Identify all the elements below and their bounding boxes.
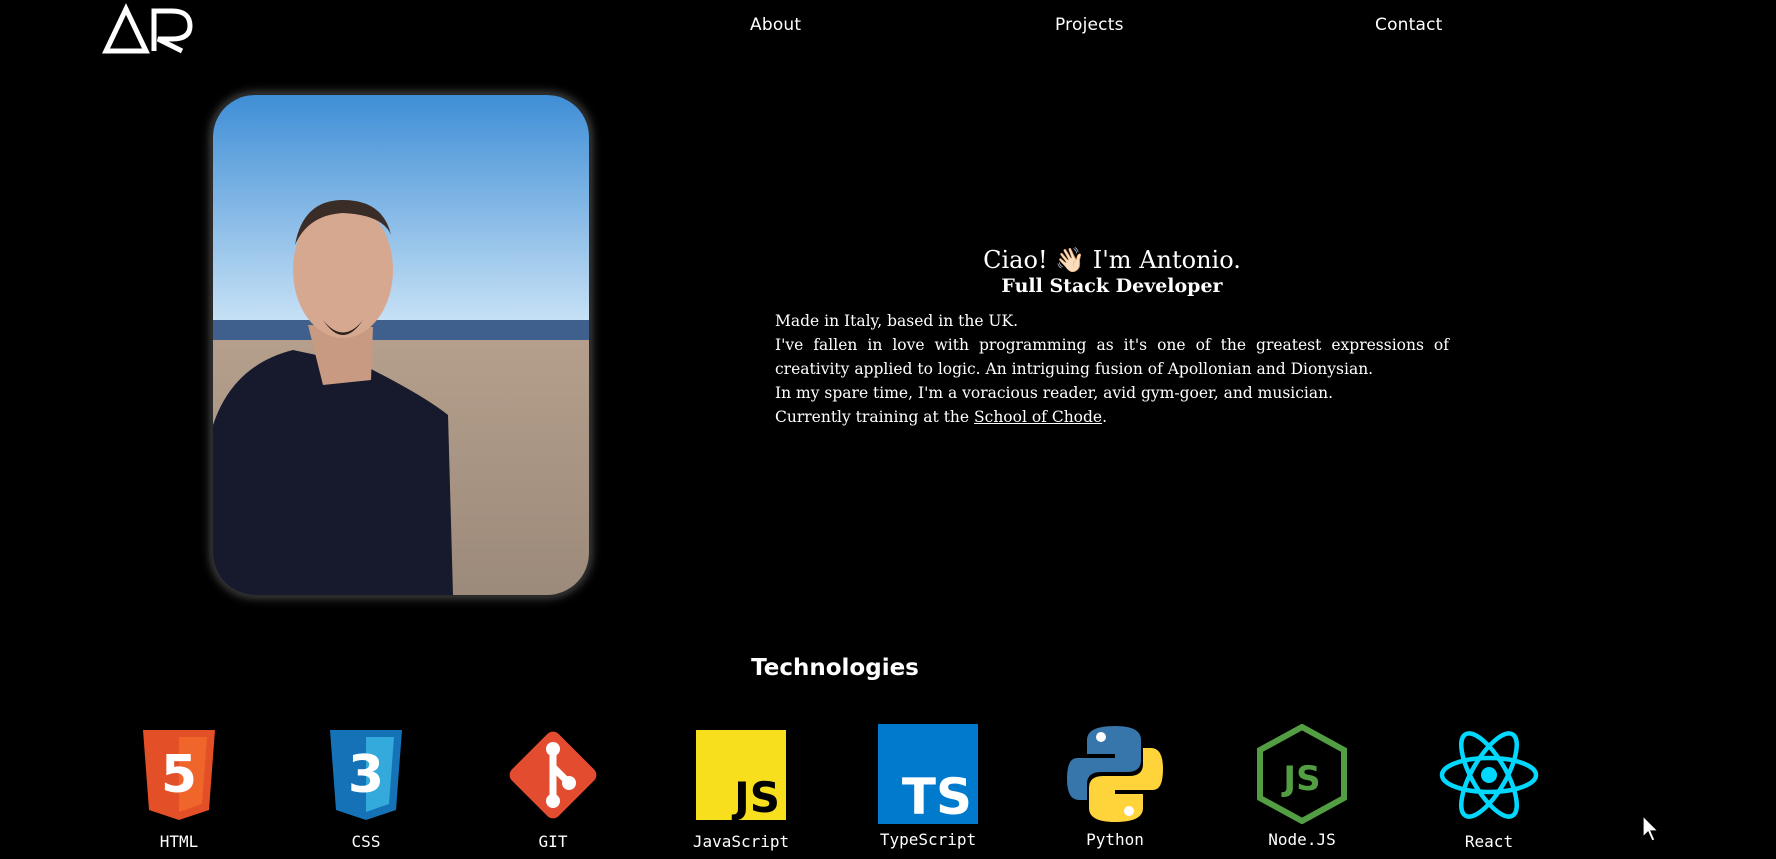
nodejs-icon: JS — [1257, 724, 1347, 824]
bio-line: Made in Italy, based in the UK. — [775, 312, 1018, 330]
tech-label: GIT — [538, 832, 568, 851]
svg-text:JS: JS — [731, 773, 780, 820]
profile-photo — [211, 93, 591, 597]
nav-projects-link[interactable]: Projects — [1055, 15, 1124, 35]
role-subtitle: Full Stack Developer — [1001, 275, 1223, 297]
svg-text:3: 3 — [348, 745, 384, 805]
tech-label: Python — [1086, 830, 1144, 849]
training-prefix: Currently training at the — [775, 408, 975, 426]
tech-item-html: 5 HTML — [114, 730, 244, 851]
tech-label: React — [1464, 832, 1514, 851]
tech-item-react: React — [1424, 730, 1554, 851]
svg-text:TS: TS — [902, 768, 972, 824]
tech-item-css: 3 CSS — [301, 730, 431, 851]
html5-icon: 5 — [143, 730, 215, 820]
tech-item-python: Python — [1050, 726, 1180, 849]
greeting-heading: Ciao! 👋🏻 I'm Antonio. — [983, 246, 1241, 274]
tech-label: HTML — [159, 832, 199, 851]
technologies-heading: Technologies — [751, 655, 919, 681]
python-icon — [1067, 726, 1163, 822]
tech-item-git: GIT — [488, 730, 618, 851]
training-suffix: . — [1102, 408, 1108, 426]
tech-item-nodejs: JS Node.JS — [1237, 724, 1367, 849]
git-icon — [509, 731, 597, 819]
intro-section: Ciao! 👋🏻 I'm Antonio. Full Stack Develop… — [775, 243, 1449, 429]
bio-line: In my spare time, I'm a voracious reader… — [775, 384, 1334, 402]
typescript-icon: TS — [878, 724, 978, 824]
school-link[interactable]: School of Chode — [974, 408, 1102, 426]
bio-line: I've fallen in love with programming as … — [775, 336, 1449, 378]
training-line: Currently training at the School of Chod… — [775, 405, 1449, 429]
react-icon — [1439, 731, 1539, 819]
tech-item-javascript: JS JavaScript — [676, 730, 806, 851]
css3-icon: 3 — [330, 730, 402, 820]
tech-item-typescript: TS TypeScript — [863, 724, 993, 849]
tech-label: TypeScript — [879, 830, 977, 849]
bio-text: Made in Italy, based in the UK. I've fal… — [775, 309, 1449, 429]
nav-contact-link[interactable]: Contact — [1375, 15, 1443, 35]
tech-label: JavaScript — [692, 832, 790, 851]
nav-about-link[interactable]: About — [750, 15, 801, 35]
javascript-icon: JS — [696, 730, 786, 820]
tech-label: Node.JS — [1268, 830, 1336, 849]
tech-label: CSS — [351, 832, 381, 851]
svg-text:JS: JS — [1281, 759, 1320, 799]
mouse-cursor-icon — [1642, 814, 1662, 847]
site-logo[interactable] — [102, 3, 198, 55]
svg-text:5: 5 — [161, 745, 197, 805]
